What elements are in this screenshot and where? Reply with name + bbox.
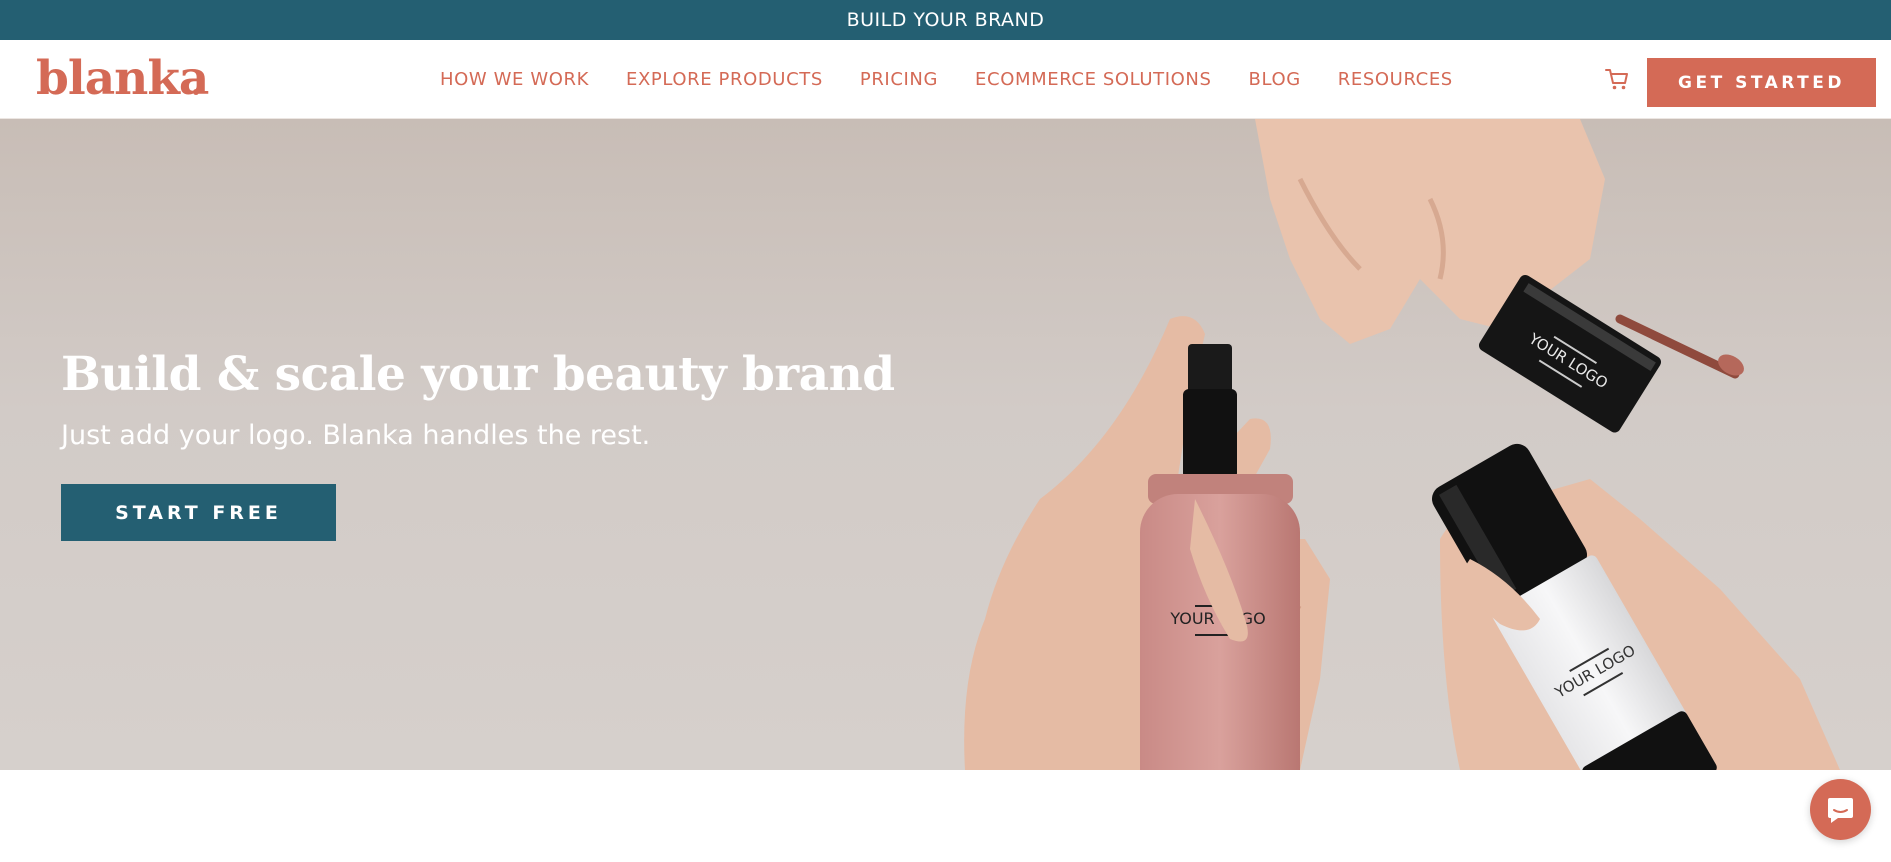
nav-how-we-work[interactable]: HOW WE WORK bbox=[440, 69, 589, 90]
announcement-text: BUILD YOUR BRAND bbox=[846, 9, 1045, 31]
nav-ecommerce-solutions[interactable]: ECOMMERCE SOLUTIONS bbox=[975, 69, 1211, 90]
hero-title: Build & scale your beauty brand bbox=[61, 347, 895, 402]
nav-blog[interactable]: BLOG bbox=[1249, 69, 1301, 90]
logo-dot bbox=[193, 89, 199, 95]
site-header: blanka HOW WE WORK EXPLORE PRODUCTS PRIC… bbox=[0, 40, 1891, 119]
announcement-bar: BUILD YOUR BRAND bbox=[0, 0, 1891, 40]
start-free-button[interactable]: START FREE bbox=[61, 484, 336, 541]
get-started-button[interactable]: GET STARTED bbox=[1647, 58, 1876, 107]
nav-resources[interactable]: RESOURCES bbox=[1338, 69, 1453, 90]
brand-logo[interactable]: blanka bbox=[36, 53, 209, 105]
shopping-cart-icon[interactable] bbox=[1603, 65, 1631, 93]
main-nav: HOW WE WORK EXPLORE PRODUCTS PRICING ECO… bbox=[440, 40, 1453, 119]
nav-explore-products[interactable]: EXPLORE PRODUCTS bbox=[626, 69, 823, 90]
nav-pricing[interactable]: PRICING bbox=[860, 69, 938, 90]
hero-section: YOUR LOGO YOUR LOGO YOUR LOGO Build & sc… bbox=[0, 119, 1891, 770]
hero-subtitle: Just add your logo. Blanka handles the r… bbox=[61, 420, 651, 451]
chat-bubble-icon[interactable] bbox=[1810, 779, 1871, 840]
